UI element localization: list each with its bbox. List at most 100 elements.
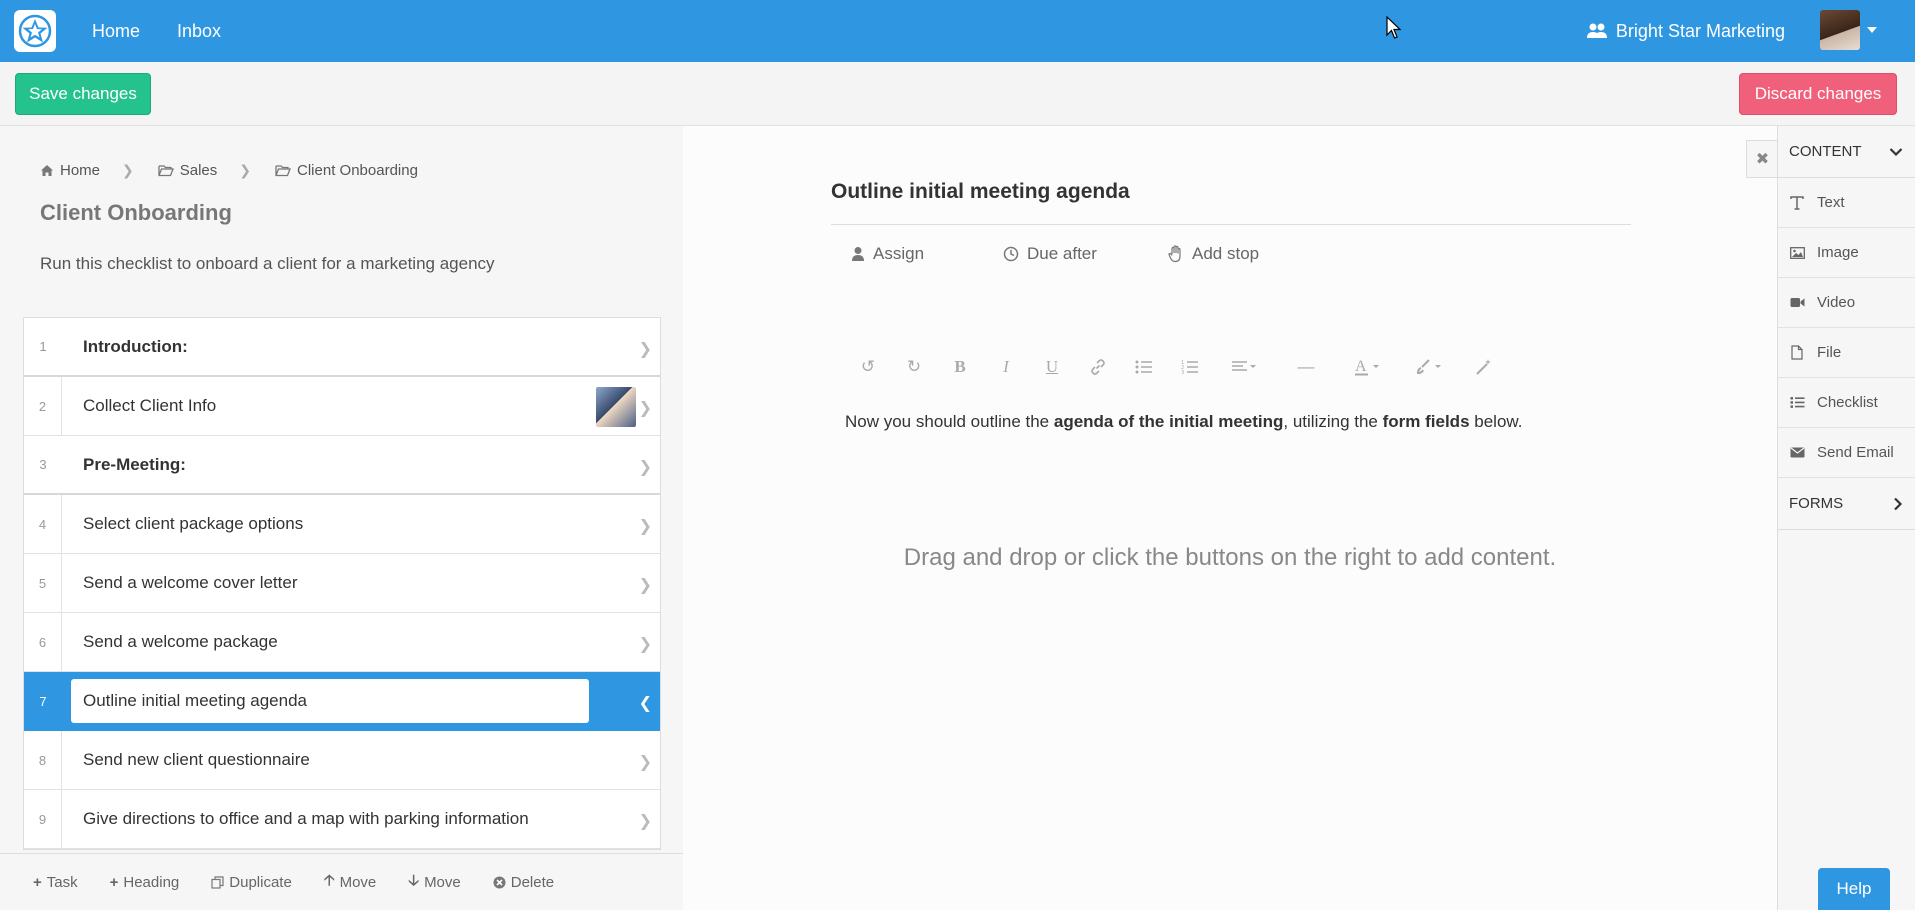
task-number: 1: [39, 339, 47, 354]
task-row[interactable]: 3 Pre-Meeting: ❯: [24, 436, 660, 495]
content-section-header[interactable]: CONTENT: [1778, 126, 1915, 178]
svg-text:A: A: [1355, 358, 1367, 375]
forms-section-header[interactable]: FORMS: [1778, 478, 1915, 530]
task-label: Give directions to office and a map with…: [83, 809, 529, 828]
underline-icon[interactable]: U: [1029, 352, 1075, 382]
task-label: Send a welcome package: [83, 632, 278, 651]
chevron-right-icon: ❯: [638, 518, 652, 535]
task-number: 5: [24, 554, 62, 612]
task-row[interactable]: 1 Introduction: ❯: [24, 318, 660, 377]
breadcrumb-sales[interactable]: Sales: [158, 162, 217, 179]
checklist-panel: Home ❯ Sales ❯ Client Onboarding Client …: [0, 126, 683, 910]
duplicate-button[interactable]: Duplicate: [211, 874, 292, 891]
move-up-button[interactable]: 🡡 Move: [324, 870, 376, 895]
add-send-email-button[interactable]: Send Email: [1778, 428, 1915, 478]
video-camera-icon: [1789, 297, 1805, 308]
align-dropdown-icon[interactable]: [1213, 352, 1275, 382]
breadcrumb-client-onboarding[interactable]: Client Onboarding: [275, 162, 418, 179]
task-body-text[interactable]: Now you should outline the agenda of the…: [845, 412, 1522, 432]
body-text-part: Now you should outline the: [845, 412, 1054, 431]
nav-inbox-link[interactable]: Inbox: [177, 0, 221, 62]
rich-text-toolbar: ↺ ↻ B I U 123 — A: [845, 352, 1507, 382]
text-color-icon[interactable]: A: [1337, 352, 1399, 382]
users-icon: [1586, 23, 1607, 38]
add-video-button[interactable]: Video: [1778, 278, 1915, 328]
task-row[interactable]: 2 Collect Client Info ❯: [24, 377, 660, 436]
save-changes-button[interactable]: Save changes: [15, 73, 151, 115]
add-file-button[interactable]: File: [1778, 328, 1915, 378]
breadcrumb: Home ❯ Sales ❯ Client Onboarding: [40, 162, 418, 179]
chevron-right-icon: ❯: [638, 754, 652, 771]
add-image-button[interactable]: Image: [1778, 228, 1915, 278]
title-divider: [831, 224, 1631, 225]
task-row[interactable]: 5 Send a welcome cover letter ❯: [24, 554, 660, 613]
task-title[interactable]: Outline initial meeting agenda: [831, 180, 1631, 204]
breadcrumb-home-label: Home: [60, 162, 101, 179]
task-title-input[interactable]: Outline initial meeting agenda: [71, 679, 589, 723]
add-send-email-label: Send Email: [1817, 444, 1894, 461]
numbered-list-icon[interactable]: 123: [1167, 352, 1213, 382]
user-menu-caret-icon[interactable]: [1867, 27, 1877, 33]
highlight-brush-icon[interactable]: [1399, 352, 1461, 382]
delete-button[interactable]: Delete: [493, 874, 554, 891]
link-icon[interactable]: [1075, 352, 1121, 382]
magic-wand-icon[interactable]: [1461, 352, 1507, 382]
italic-icon[interactable]: I: [983, 352, 1029, 382]
move-up-label: Move: [339, 873, 377, 891]
move-down-button[interactable]: 🡣 Move: [408, 870, 460, 895]
add-stop-button[interactable]: Add stop: [1168, 244, 1259, 264]
task-row[interactable]: 9 Give directions to office and a map wi…: [24, 790, 660, 849]
content-dropzone[interactable]: Drag and drop or click the buttons on th…: [683, 544, 1777, 572]
task-actions-bar: + Task + Heading Duplicate 🡡 Move 🡣 Move Del…: [0, 853, 683, 910]
redo-icon[interactable]: ↻: [891, 352, 937, 382]
chevron-left-icon: ❮: [638, 695, 652, 712]
add-heading-label: Heading: [123, 873, 180, 891]
add-checklist-button[interactable]: Checklist: [1778, 378, 1915, 428]
horizontal-rule-icon[interactable]: —: [1275, 352, 1337, 382]
chevron-right-icon: ❯: [638, 340, 652, 358]
assign-button[interactable]: Assign: [851, 244, 924, 264]
bold-icon[interactable]: B: [937, 352, 983, 382]
task-label: Send a welcome cover letter: [83, 573, 298, 592]
body-text-bold: agenda of the initial meeting: [1053, 412, 1284, 431]
app-logo[interactable]: [14, 10, 56, 52]
task-row-active[interactable]: 7 Outline initial meeting agenda ❮: [24, 672, 660, 731]
task-row[interactable]: 8 Send new client questionnaire ❯: [24, 731, 660, 790]
clock-icon: [1003, 246, 1019, 262]
body-text-bold: form fields: [1382, 412, 1470, 431]
bullet-list-icon[interactable]: [1121, 352, 1167, 382]
org-name: Bright Star Marketing: [1615, 20, 1785, 41]
add-task-label: Task: [46, 873, 78, 891]
svg-text:3: 3: [1181, 370, 1184, 375]
task-list: 1 Introduction: ❯ 2 Collect Client Info …: [23, 317, 661, 850]
add-checklist-label: Checklist: [1817, 394, 1878, 411]
task-row[interactable]: 6 Send a welcome package ❯: [24, 613, 660, 672]
task-editor: Outline initial meeting agenda Assign Du…: [683, 126, 1777, 910]
hand-stop-icon: [1168, 245, 1181, 263]
add-text-button[interactable]: Text: [1778, 178, 1915, 228]
move-down-label: Move: [424, 873, 461, 891]
due-after-label: Due after: [1027, 244, 1097, 263]
task-label: Pre-Meeting:: [83, 454, 186, 474]
envelope-icon: [1789, 447, 1805, 458]
action-bar: Save changes Discard changes: [0, 62, 1915, 126]
add-task-button[interactable]: + Task: [33, 874, 78, 891]
breadcrumb-home[interactable]: Home: [40, 162, 100, 179]
help-button[interactable]: Help: [1818, 868, 1890, 910]
chevron-right-icon: ❯: [638, 577, 652, 594]
close-sidebar-icon[interactable]: ✖: [1746, 140, 1778, 178]
org-switcher[interactable]: Bright Star Marketing: [1586, 0, 1785, 62]
discard-changes-button[interactable]: Discard changes: [1739, 73, 1897, 115]
undo-icon[interactable]: ↺: [845, 352, 891, 382]
chevron-right-icon: ❯: [638, 400, 652, 417]
user-avatar[interactable]: [1820, 10, 1860, 50]
due-after-button[interactable]: Due after: [1003, 244, 1097, 264]
chevron-right-icon: ❯: [239, 162, 252, 178]
folder-open-icon: [158, 165, 174, 177]
task-number: 6: [24, 613, 62, 671]
nav-home-link[interactable]: Home: [92, 0, 140, 62]
task-row[interactable]: 4 Select client package options ❯: [24, 495, 660, 554]
delete-label: Delete: [510, 873, 555, 891]
add-heading-button[interactable]: + Heading: [110, 874, 180, 891]
arrow-up-icon: 🡡: [323, 871, 335, 889]
